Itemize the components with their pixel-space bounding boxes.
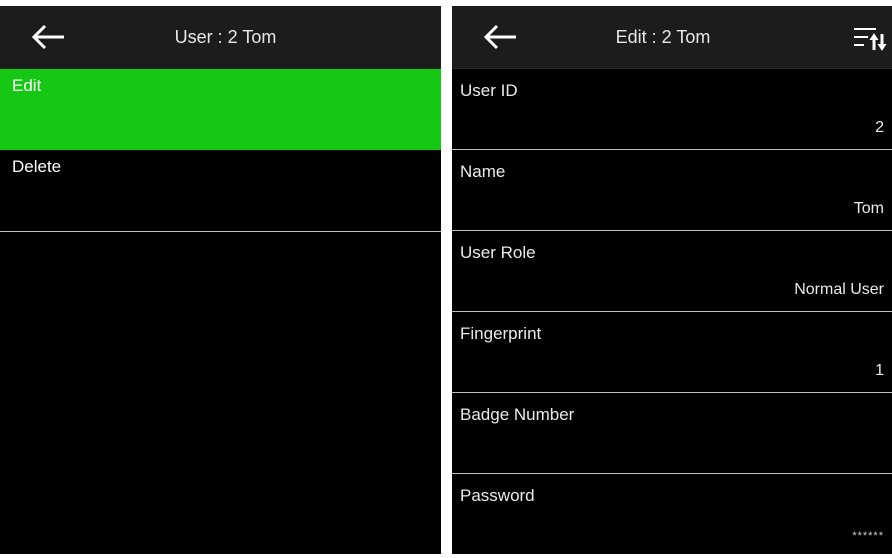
page-title: Edit : 2 Tom bbox=[615, 27, 711, 47]
field-value: 1 bbox=[875, 362, 884, 379]
field-value: ****** bbox=[852, 530, 884, 542]
page-title: User : 2 Tom bbox=[174, 27, 277, 47]
user-menu-screen: User : 2 Tom Edit Delete bbox=[0, 6, 441, 554]
field-label: Fingerprint bbox=[460, 324, 542, 343]
field-value: Normal User bbox=[794, 281, 884, 298]
menu-item-label: Delete bbox=[12, 157, 62, 176]
menu-item-delete[interactable]: Delete bbox=[0, 150, 441, 232]
menu-item-label: Edit bbox=[12, 76, 42, 95]
field-label: User ID bbox=[460, 81, 518, 100]
header-bar: User : 2 Tom bbox=[0, 6, 441, 69]
field-value: 2 bbox=[875, 119, 884, 136]
field-label: Badge Number bbox=[460, 405, 575, 424]
field-label: Password bbox=[460, 486, 535, 505]
edit-user-screen: Edit : 2 Tom User ID 2 Name Tom User Rol… bbox=[452, 6, 892, 554]
field-badge-number[interactable]: Badge Number bbox=[452, 393, 892, 474]
field-label: User Role bbox=[460, 243, 536, 262]
menu-item-edit[interactable]: Edit bbox=[0, 69, 441, 150]
field-name[interactable]: Name Tom bbox=[452, 150, 892, 231]
sort-button[interactable] bbox=[850, 20, 890, 56]
field-fingerprint[interactable]: Fingerprint 1 bbox=[452, 312, 892, 393]
field-value: Tom bbox=[853, 200, 884, 217]
field-label: Name bbox=[460, 162, 506, 181]
field-user-role[interactable]: User Role Normal User bbox=[452, 231, 892, 312]
field-password[interactable]: Password ****** bbox=[452, 474, 892, 554]
field-user-id[interactable]: User ID 2 bbox=[452, 69, 892, 150]
sort-icon bbox=[854, 28, 887, 51]
header-bar: Edit : 2 Tom bbox=[452, 6, 892, 69]
